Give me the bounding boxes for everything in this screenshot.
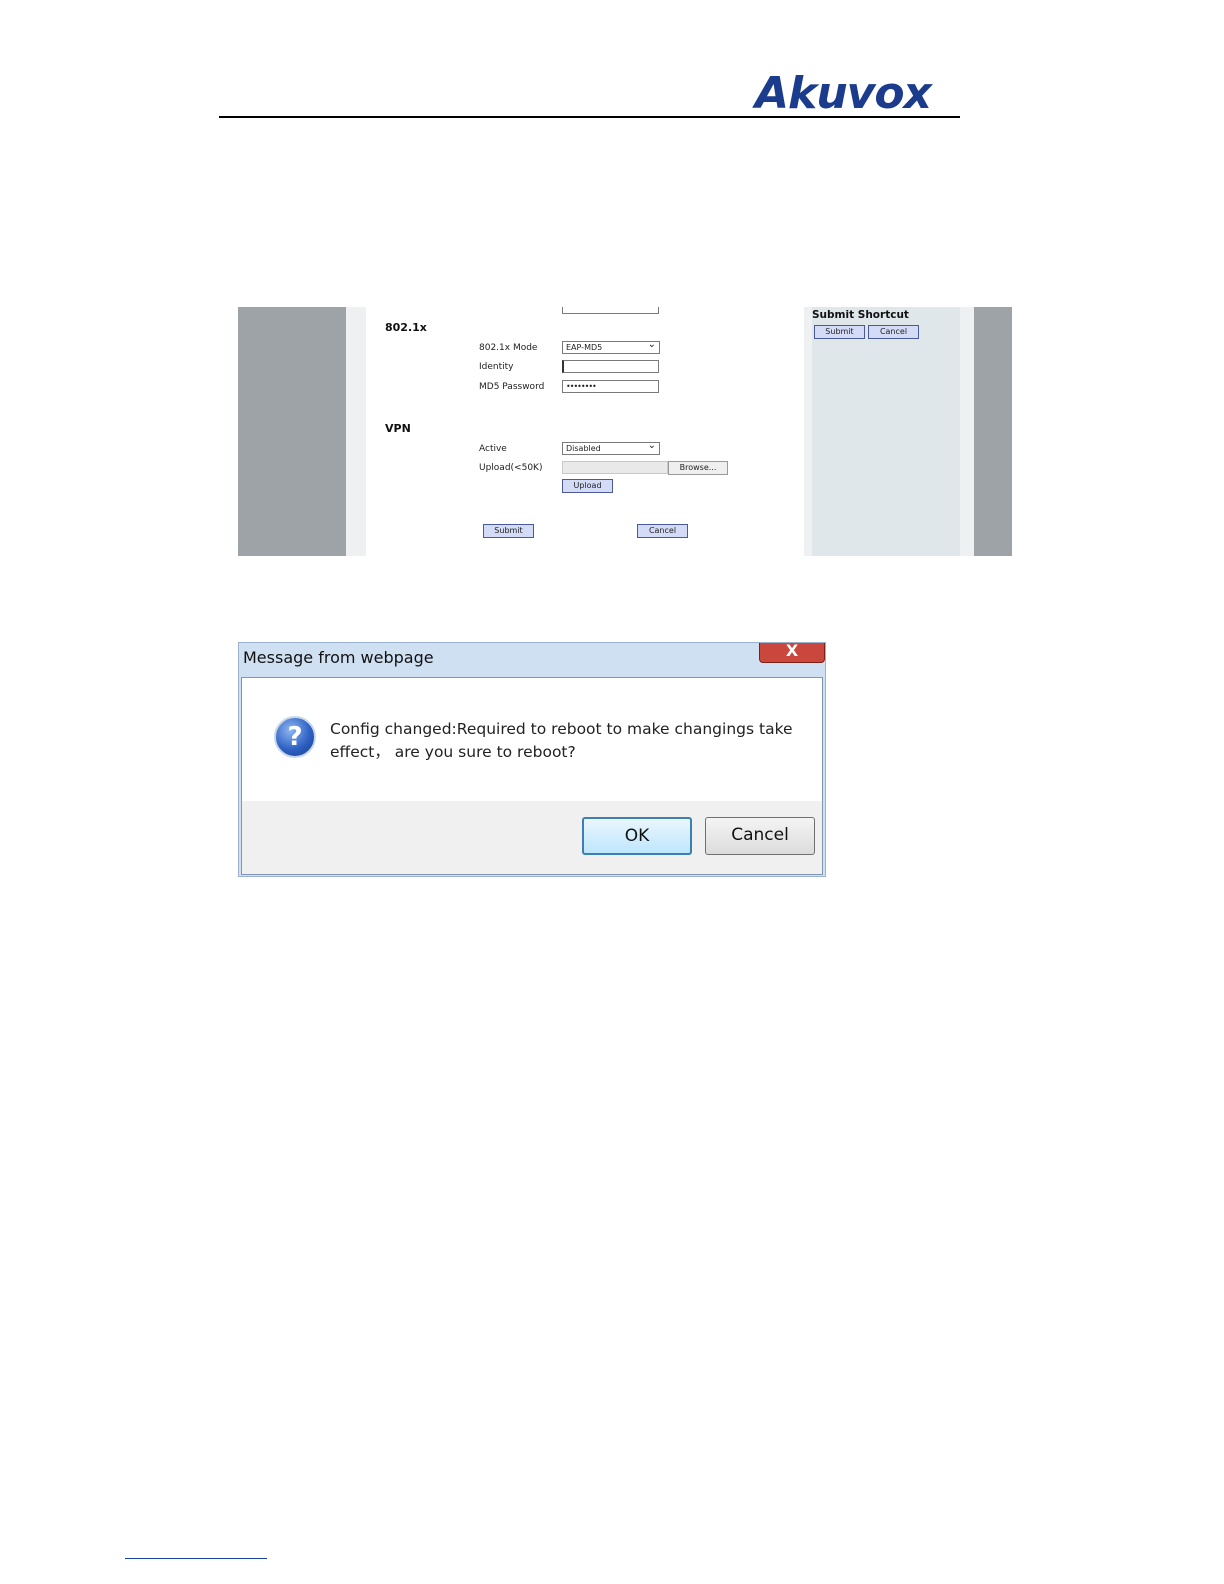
dialog-title: Message from webpage [243, 648, 434, 667]
cancel-button[interactable]: Cancel [637, 524, 688, 538]
vpn-active-label: Active [479, 444, 507, 454]
identity-label: Identity [479, 362, 514, 372]
akuvox-logo: Akuvox [755, 68, 932, 119]
md5-password-input[interactable]: •••••••• [562, 380, 659, 393]
vpn-active-select[interactable]: Disabled [562, 442, 660, 455]
page-background-right [975, 307, 1012, 556]
dialog-message: Config changed:Required to reboot to mak… [330, 720, 793, 761]
vpn-file-path[interactable] [562, 461, 668, 474]
submit-shortcut-panel: Submit Shortcut Submit Cancel [812, 307, 960, 556]
footer-link-underline [125, 1558, 267, 1559]
close-icon[interactable]: X [759, 643, 825, 663]
section-vpn-heading: VPN [385, 422, 411, 435]
md5-password-label: MD5 Password [479, 382, 545, 392]
submit-button[interactable]: Submit [483, 524, 534, 538]
previous-field[interactable] [562, 307, 659, 314]
8021x-mode-select[interactable]: EAP-MD5 [562, 341, 660, 354]
question-icon: ? [274, 716, 316, 758]
vpn-active-value: Disabled [566, 444, 601, 453]
dialog-cancel-button[interactable]: Cancel [705, 817, 815, 855]
vpn-upload-label: Upload(<50K) [479, 463, 543, 473]
ok-button[interactable]: OK [582, 817, 692, 855]
shortcut-submit-button[interactable]: Submit [814, 325, 865, 339]
browse-button[interactable]: Browse... [668, 461, 728, 475]
section-8021x-heading: 802.1x [385, 321, 427, 334]
8021x-mode-value: EAP-MD5 [566, 343, 603, 352]
config-page-screenshot: 802.1x 802.1x Mode EAP-MD5 Identity MD5 … [238, 307, 1012, 556]
config-page: 802.1x 802.1x Mode EAP-MD5 Identity MD5 … [346, 307, 974, 556]
submit-shortcut-title: Submit Shortcut [812, 309, 909, 321]
shortcut-cancel-button[interactable]: Cancel [868, 325, 919, 339]
header-rule [219, 116, 960, 118]
dialog-body: ? Config changed:Required to reboot to m… [241, 677, 823, 875]
config-content: 802.1x 802.1x Mode EAP-MD5 Identity MD5 … [366, 307, 804, 556]
upload-button[interactable]: Upload [562, 479, 613, 493]
identity-input[interactable] [562, 360, 659, 373]
8021x-mode-label: 802.1x Mode [479, 343, 538, 353]
reboot-confirm-dialog: Message from webpage X ? Config changed:… [238, 642, 826, 877]
